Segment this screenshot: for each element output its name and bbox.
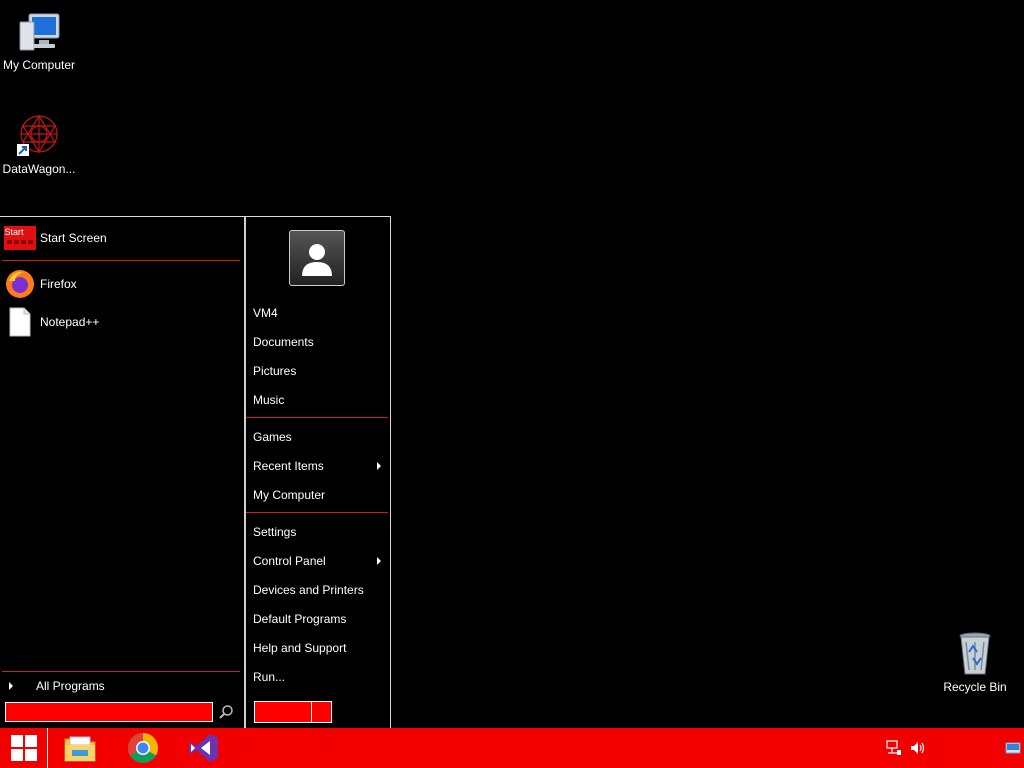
start-menu-item-notepad[interactable]: Notepad++ bbox=[2, 305, 240, 339]
volume-icon[interactable] bbox=[910, 740, 926, 756]
recycle-bin-icon bbox=[959, 632, 991, 675]
places-item-label: Documents bbox=[253, 335, 314, 349]
places-item-settings[interactable]: Settings bbox=[253, 521, 387, 543]
all-programs-label: All Programs bbox=[36, 679, 105, 693]
chevron-right-icon bbox=[377, 462, 381, 470]
places-item-label: Default Programs bbox=[253, 612, 347, 626]
places-item-label: Help and Support bbox=[253, 641, 347, 655]
places-item-label: Control Panel bbox=[253, 554, 326, 568]
taskbar-app-chrome[interactable] bbox=[127, 732, 159, 764]
user-icon bbox=[302, 244, 332, 276]
places-item-label: My Computer bbox=[253, 488, 326, 502]
places-item-documents[interactable]: Documents bbox=[253, 331, 387, 353]
shutdown-button-group bbox=[254, 701, 332, 723]
notepad-icon bbox=[4, 306, 36, 338]
places-item-run[interactable]: Run... bbox=[253, 666, 387, 688]
firefox-icon bbox=[4, 268, 36, 300]
desktop: My Computer DataWagon... Recycle Bin Sta… bbox=[0, 0, 1024, 729]
desktop-icon-label: My Computer bbox=[2, 58, 76, 72]
places-item-default-programs[interactable]: Default Programs bbox=[253, 608, 387, 630]
desktop-icon-my-computer[interactable]: My Computer bbox=[0, 8, 78, 72]
separator bbox=[246, 417, 388, 418]
search-icon[interactable] bbox=[218, 704, 234, 720]
all-programs-button[interactable]: All Programs bbox=[2, 677, 240, 695]
datawagon-shortcut-icon bbox=[17, 114, 58, 156]
start-menu: Start Start Screen Firefox Notepad++ All… bbox=[0, 216, 391, 729]
start-menu-item-label: Firefox bbox=[40, 277, 77, 291]
places-item-label: Music bbox=[253, 393, 285, 407]
windows-logo-icon bbox=[10, 735, 37, 761]
places-item-games[interactable]: Games bbox=[253, 426, 387, 448]
shutdown-button[interactable] bbox=[255, 702, 312, 722]
start-menu-item-label: Notepad++ bbox=[40, 315, 100, 329]
shutdown-options-button[interactable] bbox=[312, 702, 331, 722]
user-avatar[interactable] bbox=[289, 230, 345, 286]
computer-icon bbox=[19, 13, 60, 51]
file-explorer-icon bbox=[64, 736, 96, 762]
show-desktop-icon[interactable] bbox=[1005, 740, 1021, 756]
desktop-icon-recycle-bin[interactable]: Recycle Bin bbox=[936, 630, 1014, 694]
visual-studio-icon bbox=[189, 734, 218, 762]
places-item-label: Run... bbox=[253, 670, 286, 684]
chevron-right-icon bbox=[377, 557, 381, 565]
places-item-vm4[interactable]: VM4 bbox=[253, 302, 387, 324]
places-item-label: Settings bbox=[253, 525, 297, 539]
start-menu-item-start-screen[interactable]: Start Start Screen bbox=[2, 221, 240, 255]
taskbar-app-visual-studio[interactable] bbox=[188, 732, 220, 764]
chrome-icon bbox=[127, 733, 159, 764]
places-item-devices-and-printers[interactable]: Devices and Printers bbox=[253, 579, 387, 601]
places-item-music[interactable]: Music bbox=[253, 389, 387, 411]
desktop-icon-label: Recycle Bin bbox=[943, 680, 1007, 694]
places-item-pictures[interactable]: Pictures bbox=[253, 360, 387, 382]
places-item-control-panel[interactable]: Control Panel bbox=[253, 550, 387, 572]
taskbar bbox=[0, 728, 1024, 768]
start-menu-item-firefox[interactable]: Firefox bbox=[2, 267, 240, 301]
places-item-help-and-support[interactable]: Help and Support bbox=[253, 637, 387, 659]
separator bbox=[2, 260, 240, 261]
start-screen-icon-text: Start bbox=[4, 227, 24, 237]
places-item-label: Devices and Printers bbox=[253, 583, 364, 597]
desktop-icon-label: DataWagon... bbox=[2, 162, 76, 176]
places-item-label: VM4 bbox=[253, 306, 278, 320]
taskbar-app-file-explorer[interactable] bbox=[64, 732, 96, 764]
places-item-my-computer[interactable]: My Computer bbox=[253, 484, 387, 506]
separator bbox=[2, 671, 240, 672]
separator bbox=[246, 512, 388, 513]
start-button[interactable] bbox=[0, 728, 48, 768]
start-menu-places-pane: VM4 Documents Pictures Music Games Recen… bbox=[244, 217, 392, 729]
start-menu-programs-pane: Start Start Screen Firefox Notepad++ All… bbox=[0, 217, 242, 729]
chevron-right-icon bbox=[9, 682, 13, 690]
desktop-icon-datawagon[interactable]: DataWagon... bbox=[0, 112, 78, 176]
search-input[interactable] bbox=[5, 702, 213, 722]
network-icon[interactable] bbox=[886, 740, 902, 756]
places-item-label: Recent Items bbox=[253, 459, 324, 473]
start-menu-item-label: Start Screen bbox=[40, 231, 107, 245]
places-item-label: Games bbox=[253, 430, 292, 444]
start-screen-icon: Start bbox=[4, 222, 36, 254]
places-item-label: Pictures bbox=[253, 364, 297, 378]
places-item-recent-items[interactable]: Recent Items bbox=[253, 455, 387, 477]
